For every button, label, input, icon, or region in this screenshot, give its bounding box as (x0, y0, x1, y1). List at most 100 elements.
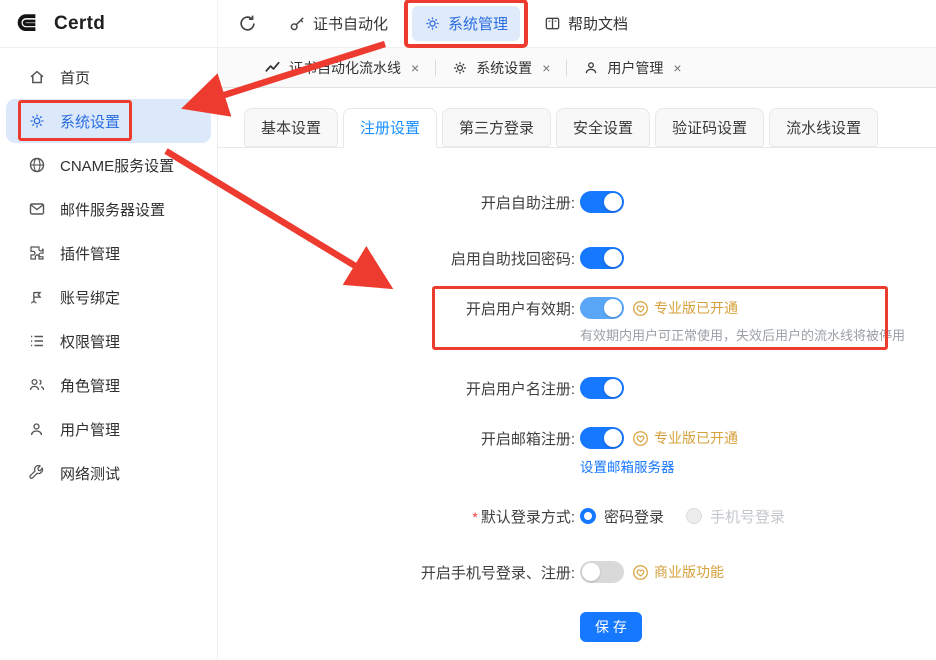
field-description: 有效期内用户可正常使用，失效后用户的流水线将被停用 (580, 325, 936, 344)
form-row-self-register: 开启自助注册: (218, 190, 936, 214)
app-title: Certd (54, 13, 105, 35)
phone-login-toggle[interactable] (580, 561, 624, 583)
sidebar-item-label: 权限管理 (60, 331, 120, 352)
password-recovery-toggle[interactable] (580, 247, 624, 269)
settings-tab-bar: 基本设置 注册设置 第三方登录 安全设置 验证码设置 流水线设置 (218, 88, 936, 148)
tab-basic-settings[interactable]: 基本设置 (244, 108, 338, 147)
page-tab-label: 证书自动化流水线 (289, 58, 401, 78)
heart-badge-icon (632, 300, 649, 317)
user-icon (28, 421, 47, 438)
toggle-knob (604, 299, 622, 317)
form-row-password-recovery: 启用自助找回密码: (218, 246, 936, 270)
roles-icon (28, 376, 47, 394)
heart-badge-icon (632, 564, 649, 581)
tab-security-settings[interactable]: 安全设置 (556, 108, 650, 147)
settings-panel: 基本设置 注册设置 第三方登录 安全设置 验证码设置 流水线设置 开启自助注册:… (218, 88, 936, 659)
close-icon[interactable]: × (411, 60, 419, 76)
field-label: 开启自助注册: (218, 192, 575, 213)
sidebar-item-label: 角色管理 (60, 375, 120, 396)
list-icon (28, 332, 47, 350)
sidebar-item-network-test[interactable]: 网络测试 (6, 451, 211, 495)
flag-icon (28, 289, 47, 306)
toggle-knob (604, 193, 622, 211)
close-icon[interactable]: × (542, 60, 550, 76)
badge-label: 商业版功能 (654, 562, 724, 582)
badge-label: 专业版已开通 (654, 298, 738, 318)
sidebar-item-label: 邮件服务器设置 (60, 199, 165, 220)
radio-selected-icon[interactable] (580, 508, 596, 524)
pro-version-badge: 专业版已开通 (632, 428, 738, 448)
tab-register-settings[interactable]: 注册设置 (343, 108, 437, 148)
chart-icon (264, 59, 281, 76)
wrench-icon (28, 465, 47, 482)
radio-label: 密码登录 (604, 506, 664, 527)
page-tab-label: 用户管理 (607, 58, 663, 78)
sidebar-item-system-settings[interactable]: 系统设置 (6, 99, 211, 143)
form-row-username-register: 开启用户名注册: (218, 376, 936, 400)
nav-item-system-management[interactable]: 系统管理 (412, 6, 520, 41)
sidebar: 首页 系统设置 CNAME服务设置 邮件服务器设置 插件管理 (0, 48, 218, 659)
sidebar-item-account-binding[interactable]: 账号绑定 (6, 275, 211, 319)
commercial-version-badge: 商业版功能 (632, 562, 724, 582)
tab-pipeline-settings[interactable]: 流水线设置 (769, 108, 878, 147)
heart-badge-icon (632, 430, 649, 447)
username-register-toggle[interactable] (580, 377, 624, 399)
nav-item-label: 证书自动化 (313, 13, 388, 34)
save-button[interactable]: 保 存 (580, 612, 642, 642)
page-tab-label: 系统设置 (476, 58, 532, 78)
field-label: 开启用户名注册: (218, 378, 575, 399)
sidebar-item-label: 用户管理 (60, 419, 120, 440)
nav-item-label: 帮助文档 (568, 13, 628, 34)
sidebar-item-label: 系统设置 (60, 111, 120, 132)
field-label: 启用自助找回密码: (218, 248, 575, 269)
sidebar-item-mail-server[interactable]: 邮件服务器设置 (6, 187, 211, 231)
sidebar-item-label: 网络测试 (60, 463, 120, 484)
email-register-toggle[interactable] (580, 427, 624, 449)
gear-icon (424, 15, 441, 32)
field-label: 开启手机号登录、注册: (218, 562, 575, 583)
sidebar-item-label: 插件管理 (60, 243, 120, 264)
refresh-icon[interactable] (234, 10, 261, 37)
toggle-knob (604, 249, 622, 267)
register-settings-form: 开启自助注册: 启用自助找回密码: 开启用户有效期: (218, 148, 936, 642)
sidebar-item-cname-service[interactable]: CNAME服务设置 (6, 143, 211, 187)
sidebar-item-label: 账号绑定 (60, 287, 120, 308)
field-label: *默认登录方式: (218, 506, 575, 527)
page-tab-user-management[interactable]: 用户管理 × (567, 58, 697, 78)
sidebar-item-role-management[interactable]: 角色管理 (6, 363, 211, 407)
user-icon (583, 60, 599, 76)
tab-captcha-settings[interactable]: 验证码设置 (655, 108, 764, 147)
page-tab-system-settings[interactable]: 系统设置 × (436, 58, 566, 78)
toggle-knob (582, 563, 600, 581)
page-tab-bar: 证书自动化流水线 × 系统设置 × 用户管理 × (218, 48, 936, 88)
key-icon (289, 15, 306, 32)
mail-icon (28, 200, 47, 218)
nav-item-cert-automation[interactable]: 证书自动化 (277, 6, 400, 41)
setup-mail-server-link[interactable]: 设置邮箱服务器 (580, 456, 675, 476)
radio-password-login[interactable]: 密码登录 (580, 506, 664, 527)
self-register-toggle[interactable] (580, 191, 624, 213)
sidebar-item-plugin-management[interactable]: 插件管理 (6, 231, 211, 275)
sidebar-item-user-management[interactable]: 用户管理 (6, 407, 211, 451)
home-icon (28, 68, 47, 86)
radio-phone-login[interactable]: 手机号登录 (686, 506, 785, 527)
plugin-icon (28, 244, 47, 262)
header-nav: 证书自动化 系统管理 (234, 6, 652, 41)
sidebar-item-home[interactable]: 首页 (6, 55, 211, 99)
user-expiry-toggle[interactable] (580, 297, 624, 319)
nav-item-help-docs[interactable]: 帮助文档 (532, 6, 640, 41)
certd-logo-icon (14, 10, 41, 37)
radio-disabled-icon (686, 508, 702, 524)
sidebar-item-label: CNAME服务设置 (60, 155, 174, 176)
close-icon[interactable]: × (673, 60, 681, 76)
page-tab-cert-pipeline[interactable]: 证书自动化流水线 × (248, 58, 435, 78)
top-header: Certd 证书自动化 (0, 0, 936, 48)
toggle-knob (604, 429, 622, 447)
gear-icon (28, 112, 47, 130)
tab-third-party-login[interactable]: 第三方登录 (442, 108, 551, 147)
field-label: 开启邮箱注册: (218, 428, 575, 449)
form-row-email-register: 开启邮箱注册: 专业版已开通 设置邮箱服务器 (218, 426, 936, 476)
nav-item-label: 系统管理 (448, 13, 508, 34)
sidebar-item-permission-management[interactable]: 权限管理 (6, 319, 211, 363)
form-row-phone-login-register: 开启手机号登录、注册: 商业版功能 (218, 560, 936, 584)
